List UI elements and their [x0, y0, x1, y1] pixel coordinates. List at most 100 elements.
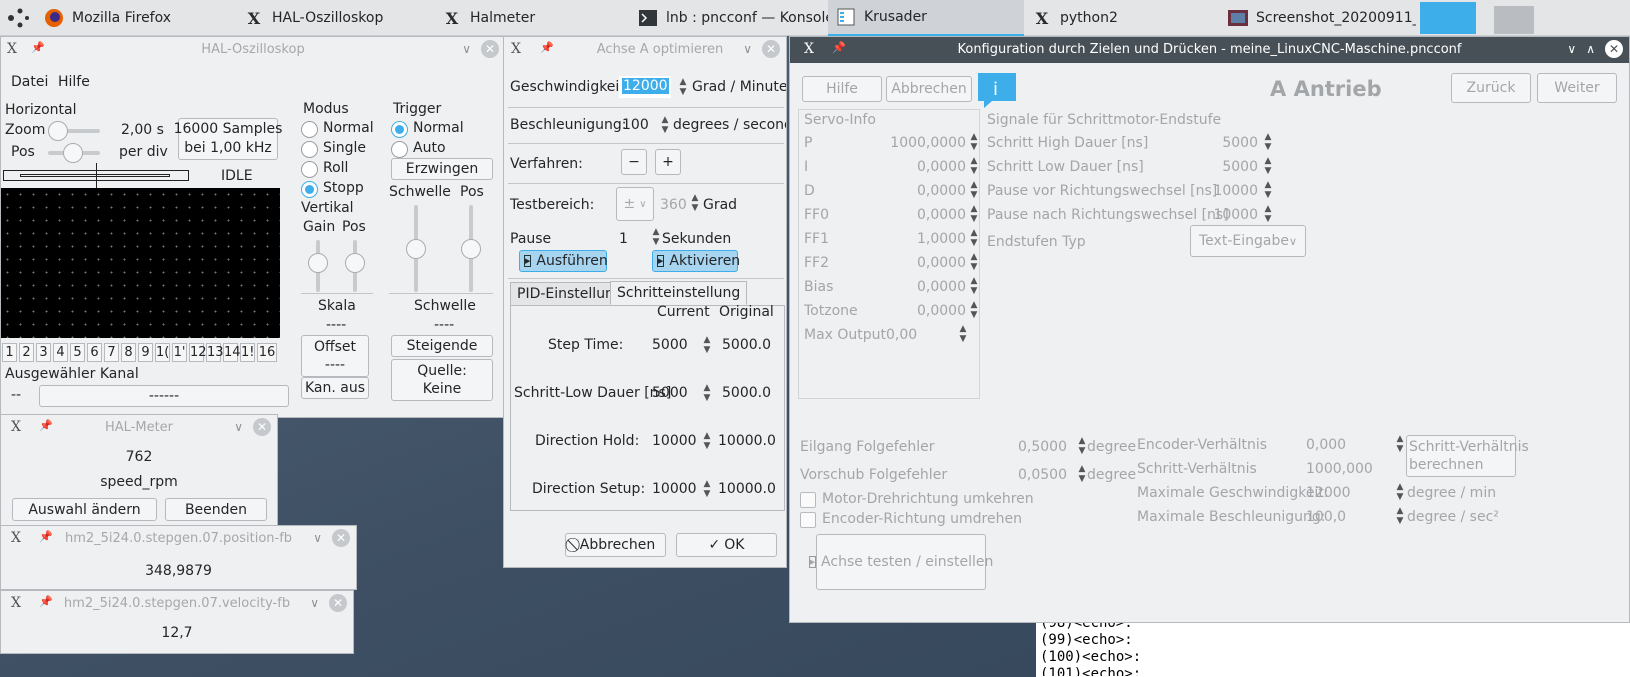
chevron-down-icon[interactable]: ∨: [313, 531, 322, 545]
test-axis-button[interactable]: ▶ Achse testen / einstellen: [808, 534, 993, 590]
step-row-current[interactable]: 10000: [652, 433, 697, 449]
close-icon[interactable]: ✕: [762, 40, 780, 58]
channel-12[interactable]: 12: [189, 343, 207, 362]
vpos-slider-knob[interactable]: [345, 253, 365, 273]
pause-input[interactable]: 1: [619, 231, 628, 247]
range-spinner[interactable]: ▲ ▼: [689, 193, 701, 213]
cancel-button[interactable]: Abbrechen: [886, 76, 972, 102]
range-direction-select[interactable]: ± ∨: [616, 187, 654, 221]
channel-16[interactable]: 16: [257, 343, 277, 362]
jog-plus-button[interactable]: +: [655, 149, 681, 175]
mode-roll-radio[interactable]: [301, 161, 318, 178]
cancel-button[interactable]: ⃠ Abbrechen: [565, 533, 666, 557]
servo-spinner[interactable]: ▲ ▼: [968, 204, 980, 224]
task-konsole[interactable]: lnb : pncconf — Konsole: [630, 0, 828, 36]
close-icon[interactable]: ✕: [329, 594, 347, 612]
channel-10[interactable]: 1(: [155, 343, 170, 362]
servo-spinner[interactable]: ▲ ▼: [968, 156, 980, 176]
offset-button[interactable]: Offset ----: [301, 335, 369, 377]
run-button[interactable]: ▶ Ausführen: [519, 250, 608, 272]
change-selection-button[interactable]: Auswahl ändern: [12, 498, 157, 521]
jog-minus-button[interactable]: −: [621, 149, 647, 175]
menu-datei[interactable]: Datei: [11, 74, 48, 90]
accel-input[interactable]: 100: [622, 117, 649, 133]
step-value[interactable]: 10000: [1202, 183, 1258, 199]
channel-13[interactable]: 13: [206, 343, 224, 362]
task-krusader[interactable]: Krusader: [828, 0, 1024, 36]
close-icon[interactable]: ✕: [253, 418, 271, 436]
feed-ferror-value[interactable]: 0,0500: [1018, 467, 1067, 483]
step-value[interactable]: 10000: [1202, 207, 1258, 223]
desktop-2-icon[interactable]: [1494, 6, 1534, 34]
motor-reverse-checkbox[interactable]: [800, 492, 816, 508]
task-firefox[interactable]: Mozilla Firefox: [36, 0, 236, 36]
servo-value[interactable]: 0,0000: [888, 159, 966, 175]
close-icon[interactable]: ✕: [1605, 40, 1623, 58]
servo-value[interactable]: 0,0000: [888, 183, 966, 199]
chevron-down-icon[interactable]: ∨: [462, 42, 471, 56]
max-speed-value[interactable]: 12000: [1306, 485, 1351, 501]
calc-step-ratio-button[interactable]: Schritt-Verhältnis berechnen: [1406, 435, 1529, 477]
step-row-spinner[interactable]: ▲ ▼: [701, 479, 713, 499]
channel-8[interactable]: 8: [121, 343, 136, 362]
trigger-source-button[interactable]: Quelle: Keine: [391, 359, 493, 401]
step-row-current[interactable]: 10000: [652, 481, 697, 497]
servo-spinner[interactable]: ▲ ▼: [968, 132, 980, 152]
accel-spinner[interactable]: ▲ ▼: [659, 115, 671, 135]
tpos-slider-knob[interactable]: [461, 239, 481, 259]
servo-spinner[interactable]: ▲ ▼: [968, 252, 980, 272]
mode-stopp-radio[interactable]: [301, 181, 318, 198]
selected-channel-field[interactable]: ------: [39, 385, 289, 407]
step-spinner[interactable]: ▲ ▼: [1262, 156, 1274, 176]
menu-hilfe[interactable]: Hilfe: [58, 74, 90, 90]
pager[interactable]: [1420, 2, 1536, 34]
task-halmeter[interactable]: X Halmeter: [434, 0, 630, 36]
trigger-auto-radio[interactable]: [391, 141, 408, 158]
threshold-slider-knob[interactable]: [406, 239, 426, 259]
konsole-terminal[interactable]: (98)<echo>: (99)<echo>: (100)<echo>: (10…: [1036, 615, 1630, 677]
range-input[interactable]: 360: [660, 197, 687, 213]
pos-slider-knob[interactable]: [63, 143, 83, 163]
step-row-spinner[interactable]: ▲ ▼: [701, 431, 713, 451]
servo-spinner[interactable]: ▲ ▼: [968, 276, 980, 296]
step-spinner[interactable]: ▲ ▼: [1262, 132, 1274, 152]
scope-display[interactable]: [1, 188, 280, 338]
step-value[interactable]: 5000: [1202, 135, 1258, 151]
close-icon[interactable]: ✕: [481, 40, 499, 58]
chevron-down-icon[interactable]: ∨: [743, 42, 752, 56]
rapid-ferror-value[interactable]: 0,5000: [1018, 439, 1067, 455]
servo-spinner[interactable]: ▲ ▼: [968, 228, 980, 248]
servo-value[interactable]: 1,0000: [888, 231, 966, 247]
app-launcher-icon[interactable]: [6, 6, 30, 30]
channel-7[interactable]: 7: [104, 343, 119, 362]
driver-type-select[interactable]: Text-Eingabe ∨: [1190, 225, 1306, 257]
zoom-slider-knob[interactable]: [48, 121, 68, 141]
task-hal-scope[interactable]: X HAL-Oszilloskop: [236, 0, 434, 36]
servo-value[interactable]: 0,0000: [888, 255, 966, 271]
step-row-spinner[interactable]: ▲ ▼: [701, 335, 713, 355]
max-speed-spinner[interactable]: ▲ ▼: [1394, 482, 1406, 502]
mode-normal-radio[interactable]: [301, 121, 318, 138]
enable-button[interactable]: ▶ Aktivieren: [652, 250, 740, 272]
step-spinner[interactable]: ▲ ▼: [1262, 180, 1274, 200]
max-accel-value[interactable]: 100,0: [1306, 509, 1346, 525]
channel-14[interactable]: 14: [223, 343, 241, 362]
servo-value[interactable]: 0,0000: [888, 279, 966, 295]
step-row-current[interactable]: 5000: [652, 385, 688, 401]
task-python2[interactable]: X python2: [1024, 0, 1220, 36]
close-icon[interactable]: ✕: [332, 529, 350, 547]
channel-6[interactable]: 6: [87, 343, 102, 362]
chevron-up-icon[interactable]: ∧: [1586, 42, 1595, 56]
max-accel-spinner[interactable]: ▲ ▼: [1394, 506, 1406, 526]
desktop-1-icon[interactable]: [1420, 2, 1476, 34]
servo-value[interactable]: 0,0000: [888, 207, 966, 223]
mode-single-radio[interactable]: [301, 141, 318, 158]
chevron-down-icon[interactable]: ∨: [234, 420, 243, 434]
channel-1[interactable]: 1: [2, 343, 17, 362]
channel-3[interactable]: 3: [36, 343, 51, 362]
help-button[interactable]: Hilfe: [802, 76, 882, 102]
force-button[interactable]: Erzwingen: [391, 158, 493, 180]
channel-5[interactable]: 5: [70, 343, 85, 362]
servo-value[interactable]: 0,00: [886, 327, 917, 343]
samples-button[interactable]: 16000 Samples bei 1,00 kHz: [174, 118, 282, 160]
